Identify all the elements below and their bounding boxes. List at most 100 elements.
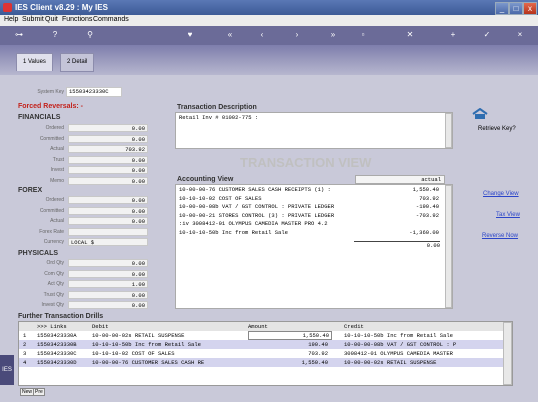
financials-heading: FINANCIALS [18, 114, 61, 121]
drills-cell-link[interactable]: 15503423330B [37, 340, 77, 349]
confirm-icon[interactable]: ✓ [482, 30, 492, 40]
accounting-row: 10-00-00-08b VAT / GST CONTROL : PRIVATE… [179, 203, 439, 211]
menu-submit[interactable]: Submit [22, 16, 44, 23]
accounting-row: 10-10-10-50b Inc from Retail Sale -1,360.… [179, 229, 439, 237]
drills-cell-amount: 1,550.40 [248, 331, 332, 340]
reverse-now-link[interactable]: Reverse Now [482, 233, 518, 239]
forex-label-2: Actual [50, 218, 64, 224]
drills-row[interactable]: 4 15503423330D 10-00-00-76 CUSTOMER SALES … [19, 358, 512, 367]
drills-cell-credit: 10-00-00-02s RETAIL SUSPENSE [344, 359, 437, 366]
accounting-row: 10-00-00-21 STORES CONTROL (3) : PRIVATE… [179, 212, 439, 220]
close-button[interactable]: x [523, 2, 537, 15]
menu-help[interactable]: Help [4, 16, 18, 23]
minimize-button[interactable]: _ [495, 2, 509, 15]
forex-value-4: LOCAL $ [68, 238, 148, 246]
transaction-description-heading: Transaction Description [177, 104, 257, 111]
accounting-row-amount: -703.92 [415, 211, 439, 219]
financials-value-0: 0.00 [68, 124, 148, 132]
retrieve-key-label: Retrieve Key? [478, 126, 516, 132]
accounting-row-amount: 703.92 [419, 194, 439, 202]
forex-heading: FOREX [18, 187, 43, 194]
drills-cell-debit: 10-10-10-02 COST OF SALES [92, 350, 175, 357]
help-icon[interactable]: ? [50, 30, 60, 40]
last-icon[interactable]: » [328, 30, 338, 40]
transaction-description-text: Retail Inv # 01002-775 : [179, 114, 259, 121]
accounting-row-amount: -1,360.00 [409, 228, 439, 236]
financials-label-1: Committed [39, 135, 64, 142]
financials-value-3: 0.00 [68, 155, 148, 164]
drills-cell-debit: 10-00-00-02s RETAIL SUSPENSE [92, 332, 185, 339]
financials-label-2: Actual [50, 146, 64, 152]
description-scrollbar[interactable] [445, 113, 452, 148]
drills-cell-debit: 10-00-00-76 CUSTOMER SALES CASH RE [92, 359, 205, 366]
drills-row[interactable]: 3 15503423330C 10-10-10-02 COST OF SALES 70… [19, 349, 512, 358]
physicals-value-2: 1.00 [68, 280, 148, 288]
ies-side-tab[interactable]: IES [0, 355, 14, 385]
delete-icon[interactable]: × [515, 30, 525, 40]
accounting-column-label: actual [421, 176, 441, 183]
physicals-label-4: Invest Qty [41, 302, 64, 308]
physicals-label-0: Ord Qty [46, 260, 64, 266]
add-icon[interactable]: + [448, 30, 458, 40]
drills-scrollbar[interactable] [503, 322, 512, 385]
window-titlebar: IES Client v8.29 : My IES _ □ x [0, 0, 538, 15]
menu-quit[interactable]: Quit [45, 16, 58, 23]
maximize-button[interactable]: □ [509, 2, 523, 15]
physicals-heading: PHYSICALS [18, 250, 59, 257]
key-icon[interactable]: ⊶ [10, 30, 28, 40]
forced-reversals-label: Forced Reversals: - [18, 103, 83, 110]
physicals-label-1: Com Qty [44, 270, 64, 277]
physicals-value-0: 0.00 [68, 259, 148, 267]
drills-cell-amount: 703.92 [308, 350, 328, 357]
financials-label-4: Invest [50, 167, 64, 173]
search-icon[interactable]: ⚲ [85, 30, 95, 40]
favorite-icon[interactable]: ♥ [185, 30, 195, 40]
change-view-link[interactable]: Change View [483, 191, 519, 197]
financials-value-1: 0.00 [68, 134, 148, 143]
drills-cell-amount: 1,550.40 [301, 359, 328, 366]
financials-value-2: 703.92 [68, 145, 148, 153]
accounting-scrollbar[interactable] [445, 185, 452, 308]
cancel-icon[interactable]: ✕ [405, 30, 415, 40]
drills-cell-link[interactable]: 15503423330C [37, 349, 77, 358]
system-key-field[interactable]: 15503423330C [66, 87, 122, 97]
first-icon[interactable]: « [225, 30, 235, 40]
forex-label-1: Committed [39, 207, 64, 214]
drills-header-amount: Amount [248, 323, 268, 330]
menu-functions[interactable]: Functions [62, 16, 92, 23]
tax-view-link[interactable]: Tax View [496, 212, 520, 218]
transaction-description-box[interactable]: Retail Inv # 01002-775 : [175, 112, 453, 149]
drills-row[interactable]: 2 15503423330B 10-10-10-50b Inc from Retai… [19, 340, 512, 349]
forward-icon[interactable]: › [292, 30, 302, 40]
app-icon [3, 3, 12, 12]
accounting-row-amount: 1,550.40 [412, 186, 439, 193]
drills-cell-credit: 3008412-01 OLYMPUS CAMEDIA MASTER [344, 350, 453, 357]
accounting-row: :iv 3008412-01 OLYMPUS CAMEDIA MASTER PR… [179, 220, 439, 228]
drills-header-row: >>> Links Debit Amount Credit [19, 322, 512, 331]
drills-cell-n: 1 [23, 332, 27, 339]
new-button[interactable]: New [20, 388, 35, 396]
home-icon[interactable] [472, 107, 488, 120]
accounting-row-desc: 10-00-00-08b VAT / GST CONTROL : PRIVATE… [179, 203, 335, 210]
drills-grid: >>> Links Debit Amount Credit 1 155034233… [18, 321, 513, 386]
drills-cell-link[interactable]: 15503423330A [37, 331, 77, 340]
forex-label-3: Forex Rate [39, 228, 64, 235]
tab-detail[interactable]: 2 Detail [60, 53, 95, 72]
toolbar: ⊶ ? ⚲ ♥ « ‹ › » ▫ ✕ + ✓ × [0, 26, 538, 45]
tab-values[interactable]: 1 Values [16, 53, 53, 71]
drills-row[interactable]: 1 15503423330A 10-00-00-02s RETAIL SUSPENS… [19, 331, 512, 340]
drills-cell-credit: 10-00-00-08b VAT / GST CONTROL : P [344, 341, 457, 348]
back-icon[interactable]: ‹ [257, 30, 267, 40]
forex-label-4: Currency [43, 239, 64, 245]
save-icon[interactable]: ▫ [358, 30, 368, 40]
physicals-value-3: 0.00 [68, 290, 148, 299]
accounting-view-heading: Accounting View [177, 176, 234, 183]
drills-cell-amount: 190.40 [308, 341, 328, 348]
drills-cell-n: 3 [23, 350, 27, 357]
forex-label-0: Ordered [45, 197, 64, 203]
menu-commands[interactable]: Commands [93, 16, 129, 23]
drills-cell-n: 2 [23, 341, 27, 348]
accounting-row-amount: -190.40 [415, 203, 439, 210]
drills-cell-link[interactable]: 15503423330D [37, 358, 77, 367]
previous-button[interactable]: Pre [33, 388, 45, 396]
